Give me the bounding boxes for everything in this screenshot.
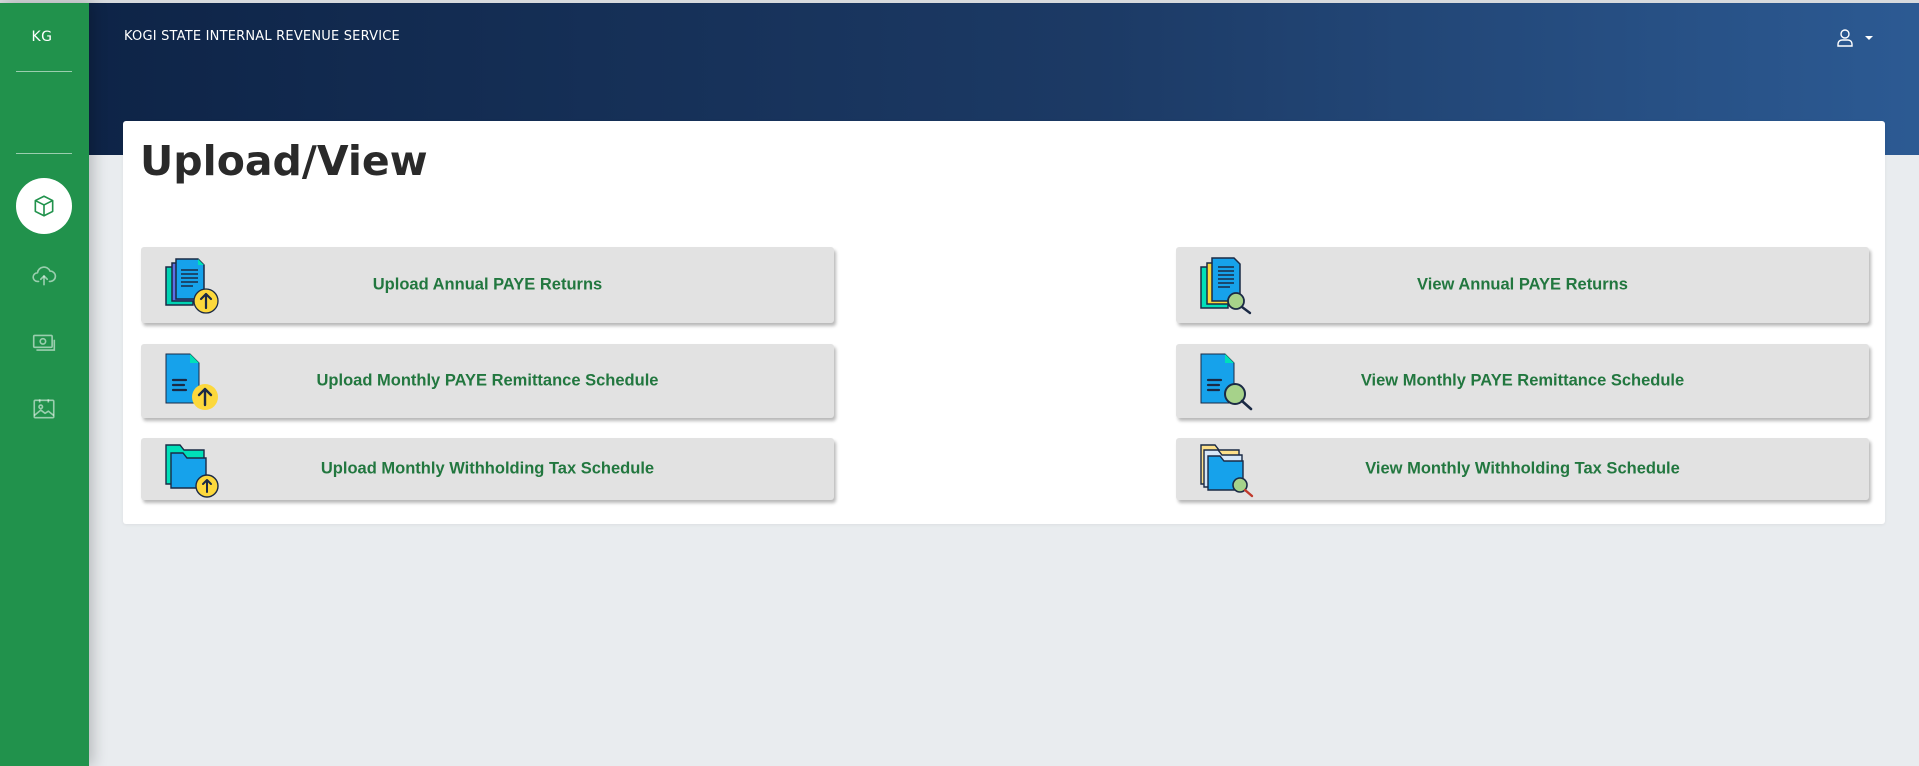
page-title: Upload/View [140, 137, 428, 185]
sidebar-item-gallery[interactable] [16, 381, 72, 437]
tile-label: View Monthly PAYE Remittance Schedule [1360, 371, 1685, 390]
cloud-upload-icon [32, 266, 57, 286]
sidebar: KG [0, 3, 89, 766]
money-icon [32, 334, 56, 351]
upload-annual-paye-returns-button[interactable]: Upload Annual PAYE Returns [141, 247, 834, 323]
tile-label: Upload Annual PAYE Returns [372, 275, 603, 294]
sidebar-brand[interactable]: KG [0, 29, 84, 45]
sidebar-item-upload-view[interactable] [16, 178, 72, 234]
user-icon [1837, 29, 1853, 47]
image-icon [33, 399, 55, 419]
upload-monthly-withholding-tax-schedule-button[interactable]: Upload Monthly Withholding Tax Schedule [141, 438, 834, 500]
tile-label: Upload Monthly PAYE Remittance Schedule [316, 371, 659, 390]
user-menu[interactable] [1836, 28, 1874, 47]
upload-monthly-paye-remittance-schedule-button[interactable]: Upload Monthly PAYE Remittance Schedule [141, 344, 834, 418]
sidebar-divider [16, 153, 72, 154]
box-icon [34, 195, 54, 217]
sidebar-item-upload[interactable] [16, 248, 72, 304]
sidebar-item-payments[interactable] [16, 315, 72, 371]
tile-label: View Monthly Withholding Tax Schedule [1365, 459, 1680, 478]
caret-down-icon [1865, 35, 1873, 40]
view-annual-paye-returns-button[interactable]: View Annual PAYE Returns [1176, 247, 1869, 323]
sidebar-divider [16, 71, 72, 72]
header-title: KOGI STATE INTERNAL REVENUE SERVICE [124, 29, 400, 44]
view-monthly-paye-remittance-schedule-button[interactable]: View Monthly PAYE Remittance Schedule [1176, 344, 1869, 418]
upload-view-card: Upload/View Upload Annual PAYE Returns V… [123, 121, 1885, 524]
tile-label: Upload Monthly Withholding Tax Schedule [320, 459, 655, 478]
tile-label: View Annual PAYE Returns [1417, 275, 1628, 294]
view-monthly-withholding-tax-schedule-button[interactable]: View Monthly Withholding Tax Schedule [1176, 438, 1869, 500]
